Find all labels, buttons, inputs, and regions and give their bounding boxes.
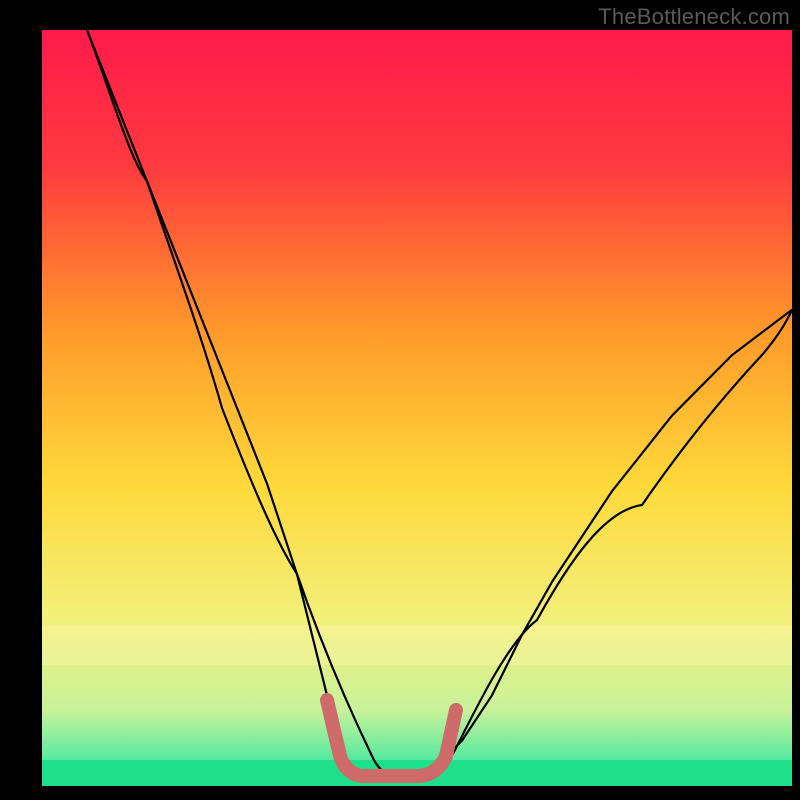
- attribution-text: TheBottleneck.com: [598, 4, 790, 30]
- chart-stage: TheBottleneck.com: [0, 0, 800, 800]
- bottleneck-chart: [0, 0, 800, 800]
- highlight-band: [42, 625, 792, 665]
